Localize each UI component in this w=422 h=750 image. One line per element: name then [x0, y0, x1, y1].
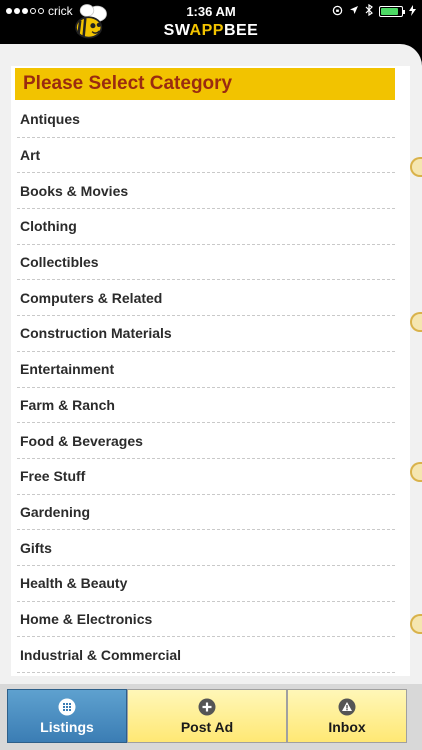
brand-prefix: SW	[163, 22, 190, 39]
category-item-construction-materials[interactable]: Construction Materials	[17, 316, 395, 352]
decorative-honeycomb	[410, 614, 422, 634]
tab-label: Inbox	[328, 718, 366, 735]
category-item-health-beauty[interactable]: Health & Beauty	[17, 566, 395, 602]
battery-icon	[379, 6, 405, 17]
bee-logo-icon	[75, 4, 107, 39]
category-item-computers-related[interactable]: Computers & Related	[17, 280, 395, 317]
brand-suffix: BEE	[223, 22, 259, 39]
category-item-gardening[interactable]: Gardening	[17, 495, 395, 531]
tab-label: Post Ad	[180, 718, 234, 735]
category-item-industrial-commercial[interactable]: Industrial & Commercial	[17, 637, 395, 673]
tab-inbox[interactable]: Inbox	[287, 689, 407, 743]
category-header: Please Select Category	[15, 68, 395, 100]
tab-listings[interactable]: Listings	[7, 689, 127, 743]
status-icons	[332, 3, 416, 19]
decorative-honeycomb	[410, 462, 422, 482]
category-item-clothing[interactable]: Clothing	[17, 209, 395, 245]
orientation-lock-icon	[332, 5, 343, 19]
category-item-gifts[interactable]: Gifts	[17, 530, 395, 566]
category-item-home-electronics[interactable]: Home & Electronics	[17, 602, 395, 638]
warning-icon	[338, 698, 356, 716]
decorative-honeycomb	[410, 312, 422, 332]
category-item-collectibles[interactable]: Collectibles	[17, 245, 395, 281]
grid-icon	[58, 698, 76, 716]
charging-icon	[409, 4, 416, 19]
location-icon	[349, 5, 359, 18]
tab-bar: Listings Post Ad Inbox	[0, 684, 422, 750]
category-item-books-movies[interactable]: Books & Movies	[17, 173, 395, 210]
tab-label: Listings	[40, 718, 94, 735]
tab-post-ad[interactable]: Post Ad	[127, 689, 287, 743]
decorative-honeycomb	[410, 157, 422, 177]
bluetooth-icon	[365, 3, 373, 19]
category-item-food-beverages[interactable]: Food & Beverages	[17, 423, 395, 459]
category-panel: Please Select Category Antiques Art Book…	[11, 66, 410, 676]
plus-circle-icon	[198, 698, 216, 716]
category-item-entertainment[interactable]: Entertainment	[17, 352, 395, 388]
category-item-farm-ranch[interactable]: Farm & Ranch	[17, 388, 395, 424]
category-list: Antiques Art Books & Movies Clothing Col…	[17, 102, 395, 673]
category-item-antiques[interactable]: Antiques	[17, 102, 395, 138]
category-item-free-stuff[interactable]: Free Stuff	[17, 459, 395, 495]
category-item-art[interactable]: Art	[17, 138, 395, 174]
brand-mid: APP	[189, 22, 224, 39]
